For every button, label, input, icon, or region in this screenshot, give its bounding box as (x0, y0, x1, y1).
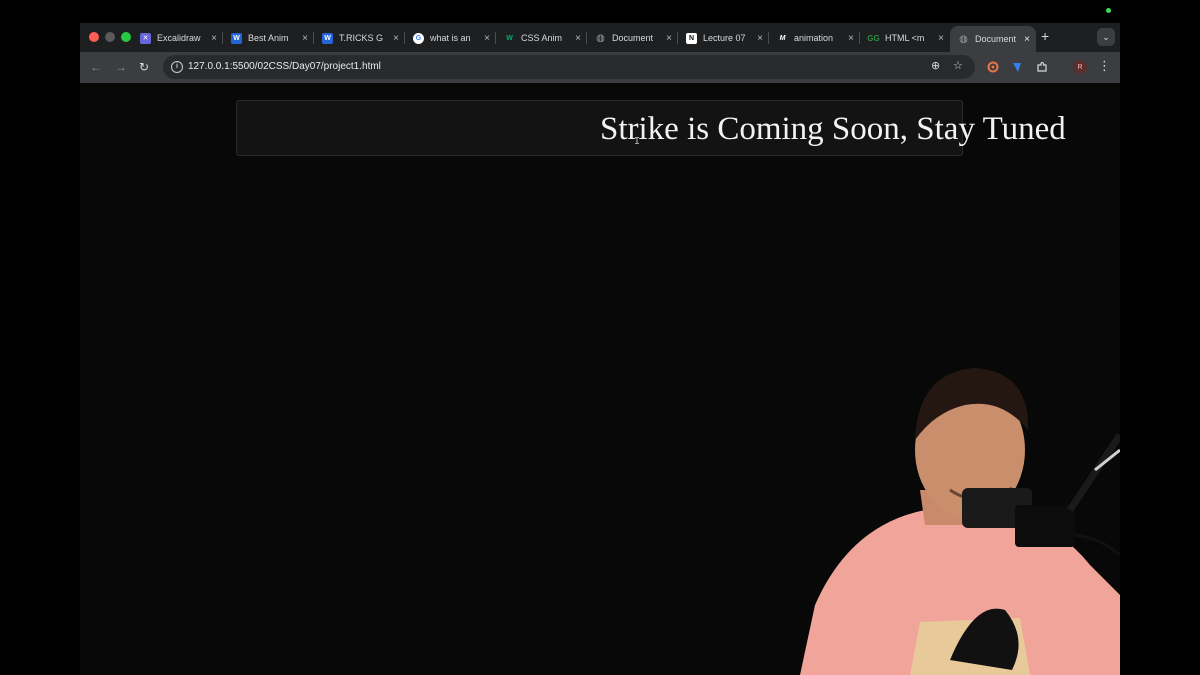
tab-animation-mdn[interactable]: M animation × (769, 26, 860, 50)
close-icon[interactable]: × (666, 33, 672, 44)
gfg-icon: GG (867, 33, 880, 43)
close-icon[interactable]: × (484, 33, 490, 44)
extensions-puzzle-icon[interactable] (1035, 60, 1049, 74)
reload-button[interactable]: ↻ (139, 60, 149, 74)
excalidraw-icon: ✕ (140, 32, 151, 44)
google-icon: G (413, 32, 424, 44)
window-zoom-button[interactable] (121, 32, 131, 42)
extension-icon[interactable] (1010, 60, 1024, 74)
tab-lecture[interactable]: N Lecture 07 × (678, 26, 769, 50)
bookmark-star-icon[interactable]: ☆ (953, 60, 963, 73)
close-icon[interactable]: × (757, 33, 763, 44)
close-icon[interactable]: × (575, 33, 581, 44)
url-text[interactable]: 127.0.0.1:5500/02CSS/Day07/project1.html (188, 61, 381, 73)
webflow-icon: W (322, 32, 333, 44)
browser-toolbar: ← → ↻ i 127.0.0.1:5500/02CSS/Day07/proje… (80, 52, 1120, 83)
text-cursor-icon: I (634, 136, 641, 147)
tab-strip: ✕ Excalidraw × W Best Anim × W T.RICKS G… (80, 23, 1120, 52)
window-close-button[interactable] (89, 32, 99, 42)
notion-icon: N (686, 32, 697, 44)
close-icon[interactable]: × (211, 33, 217, 44)
marquee-container: Strike is Coming Soon, Stay Tuned (236, 100, 1066, 156)
close-icon[interactable]: × (393, 33, 399, 44)
close-icon[interactable]: × (1024, 34, 1030, 45)
extension-icon[interactable] (986, 60, 1000, 74)
address-bar[interactable]: i 127.0.0.1:5500/02CSS/Day07/project1.ht… (163, 55, 975, 79)
w3schools-icon: W (506, 34, 513, 42)
mdn-icon: M (779, 34, 786, 42)
forward-button[interactable]: → (115, 60, 127, 74)
globe-icon: ◍ (959, 33, 968, 45)
zoom-icon[interactable]: ⊕ (931, 60, 940, 73)
back-button[interactable]: ← (90, 60, 102, 74)
tab-tricks[interactable]: W T.RICKS G × (314, 26, 405, 50)
close-icon[interactable]: × (848, 33, 854, 44)
new-tab-button[interactable]: + (1041, 29, 1049, 43)
close-icon[interactable]: × (302, 33, 308, 44)
tab-excalidraw[interactable]: ✕ Excalidraw × (132, 26, 223, 50)
presenter-webcam-video (800, 368, 1120, 675)
globe-icon: ◍ (596, 32, 605, 44)
marquee-text: Strike is Coming Soon, Stay Tuned (600, 111, 1066, 147)
tab-document-active[interactable]: ◍ Document × (950, 26, 1036, 52)
profile-avatar[interactable]: R (1073, 60, 1087, 74)
webflow-icon: W (231, 32, 242, 44)
kebab-menu-icon[interactable]: ⋮ (1098, 59, 1111, 73)
tab-document[interactable]: ◍ Document × (587, 26, 678, 50)
tab-css-animations[interactable]: W CSS Anim × (496, 26, 587, 50)
close-icon[interactable]: × (938, 33, 944, 44)
tab-html-marquee[interactable]: GG HTML <m × (860, 26, 950, 50)
tab-best-animations[interactable]: W Best Anim × (223, 26, 314, 50)
site-info-icon[interactable]: i (171, 61, 183, 73)
tab-search-button[interactable]: ⌄ (1097, 28, 1115, 46)
tab-google-search[interactable]: G what is an × (405, 26, 496, 50)
window-minimize-button[interactable] (105, 32, 115, 42)
recording-indicator (1106, 8, 1111, 13)
